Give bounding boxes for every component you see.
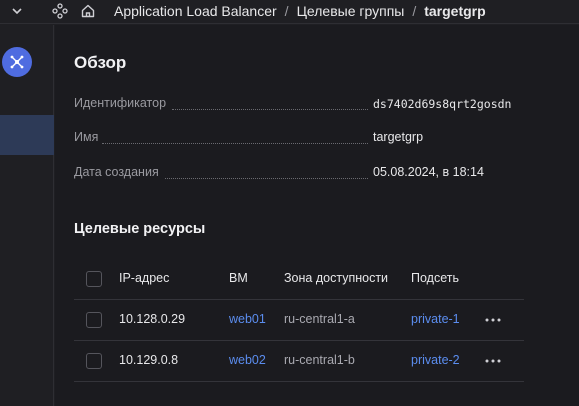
vm-link[interactable]: web01: [229, 312, 266, 326]
more-actions-icon[interactable]: [485, 359, 501, 363]
field-identifier: Идентификатор ds7402d69s8qrt2gosdn: [74, 96, 524, 114]
sidebar: [0, 25, 54, 406]
column-header-ip[interactable]: IP-адрес: [119, 271, 169, 285]
table-header: IP-адрес ВМ Зона доступности Подсеть: [74, 259, 524, 299]
field-value: targetgrp: [373, 130, 424, 144]
chevron-down-icon[interactable]: [10, 4, 24, 18]
top-bar: Application Load Balancer / Целевые группы…: [0, 0, 579, 24]
cell-zone: ru-central1-a: [284, 312, 355, 326]
field-value: ds7402d69s8qrt2gosdn: [373, 97, 512, 111]
network-icon: [10, 55, 24, 69]
field-label: Идентификатор: [74, 96, 167, 110]
page-title: Обзор: [74, 53, 127, 72]
cell-zone: ru-central1-b: [284, 353, 355, 367]
home-icon[interactable]: [80, 3, 96, 19]
row-checkbox[interactable]: [86, 353, 102, 369]
section-title: Целевые ресурсы: [74, 221, 206, 237]
dotted-leader: [172, 109, 368, 110]
dotted-leader: [165, 178, 368, 179]
table-divider: [74, 381, 524, 382]
breadcrumb: Application Load Balancer / Целевые группы…: [114, 3, 486, 19]
breadcrumb-item-current: targetgrp: [424, 3, 486, 19]
cell-ip: 10.129.0.8: [119, 353, 179, 367]
field-created: Дата создания 05.08.2024, в 18:14: [74, 165, 524, 183]
vm-link[interactable]: web02: [229, 353, 266, 367]
table-row: 10.129.0.8 web02 ru-central1-b private-2: [74, 340, 524, 380]
field-label: Дата создания: [74, 165, 159, 179]
row-checkbox[interactable]: [86, 312, 102, 328]
breadcrumb-separator: /: [284, 3, 289, 19]
field-name: Имя targetgrp: [74, 130, 524, 148]
subnet-link[interactable]: private-2: [411, 353, 460, 367]
service-logo-icon[interactable]: [2, 47, 32, 77]
cell-ip: 10.128.0.29: [119, 312, 186, 326]
breadcrumb-separator: /: [412, 3, 417, 19]
service-icon[interactable]: [52, 3, 68, 19]
field-value: 05.08.2024, в 18:14: [373, 165, 484, 179]
breadcrumb-item-target-groups[interactable]: Целевые группы: [297, 3, 405, 19]
subnet-link[interactable]: private-1: [411, 312, 460, 326]
field-label: Имя: [74, 130, 99, 144]
select-all-checkbox[interactable]: [86, 271, 102, 287]
table-row: 10.128.0.29 web01 ru-central1-a private-…: [74, 299, 524, 339]
more-actions-icon[interactable]: [485, 318, 501, 322]
column-header-zone[interactable]: Зона доступности: [284, 271, 388, 285]
main-content: Обзор Идентификатор ds7402d69s8qrt2gosdn…: [55, 25, 579, 406]
breadcrumb-item-alb[interactable]: Application Load Balancer: [114, 3, 277, 19]
column-header-vm[interactable]: ВМ: [229, 271, 248, 285]
dotted-leader: [102, 143, 368, 144]
column-header-subnet[interactable]: Подсеть: [411, 271, 459, 285]
sidebar-item-active[interactable]: [0, 115, 54, 155]
